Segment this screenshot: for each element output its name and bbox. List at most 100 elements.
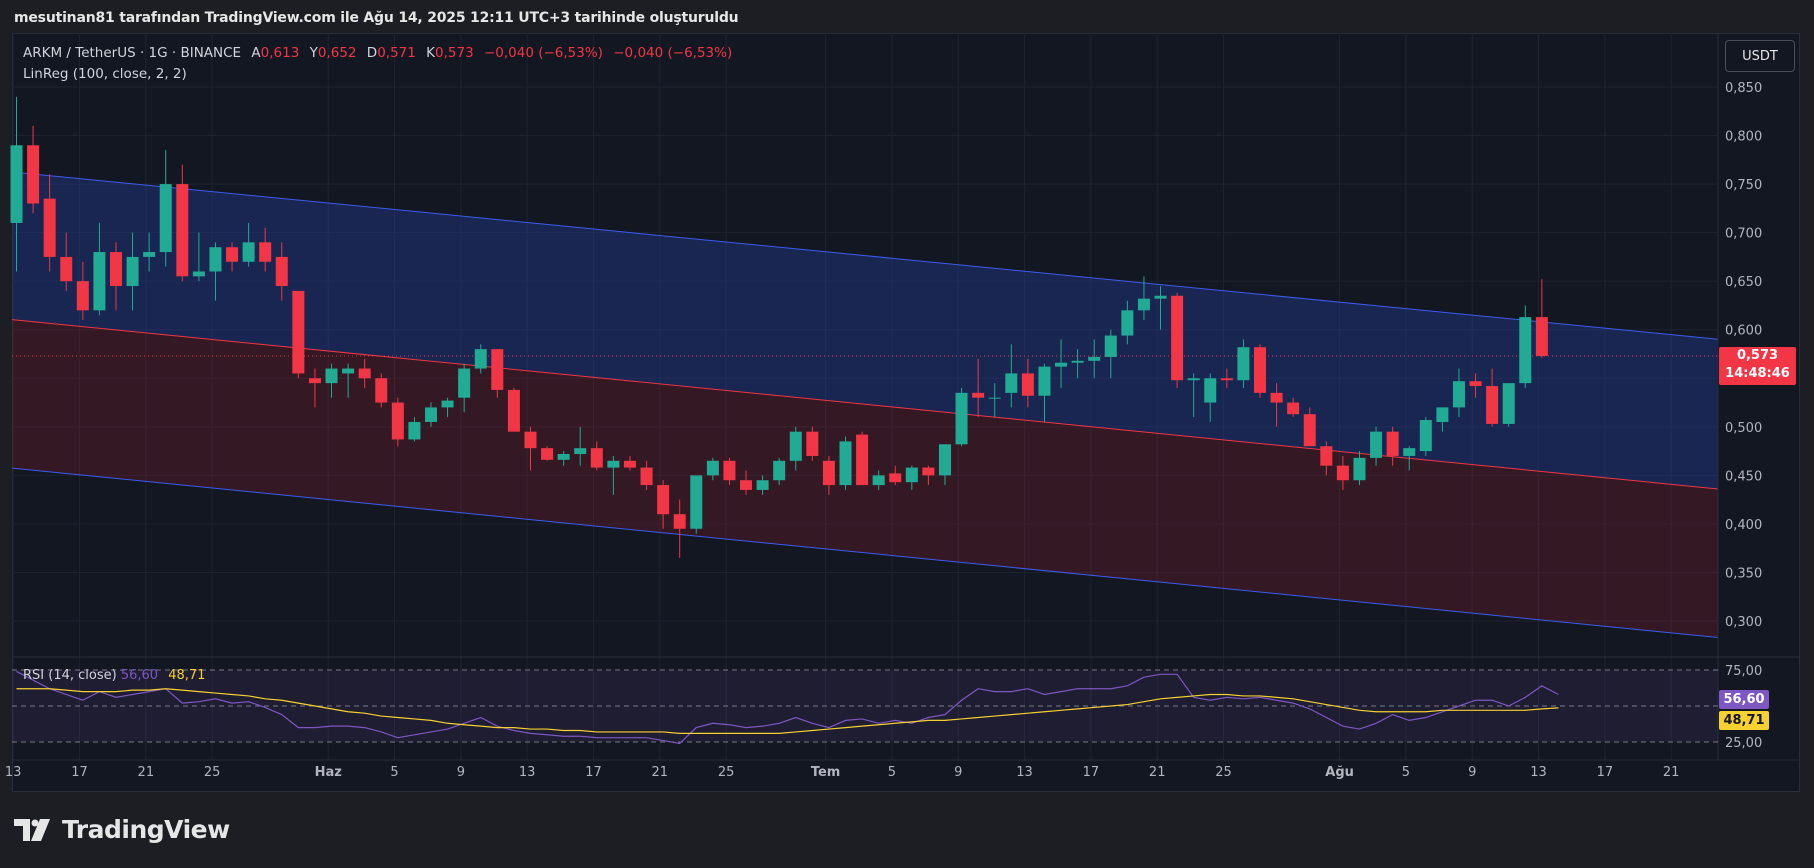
price-tick-label: 0,300 — [1725, 615, 1762, 630]
candle-body — [1469, 381, 1482, 387]
candle-body — [1535, 317, 1548, 356]
price-tick-label: 0,350 — [1725, 566, 1762, 581]
time-tick-label: 21 — [138, 765, 155, 780]
rsi-ma-tag: 48,71 — [1719, 711, 1769, 730]
time-tick-label: 17 — [1083, 765, 1100, 780]
open-value: 0,613 — [260, 45, 300, 61]
candle-body — [955, 392, 968, 445]
candle-body — [905, 467, 918, 483]
candle-body — [1287, 402, 1300, 415]
candle-body — [723, 460, 736, 481]
candle-body — [1419, 420, 1432, 452]
candle-body — [590, 448, 603, 468]
price-tick-label: 0,750 — [1725, 178, 1762, 193]
currency-button[interactable]: USDT — [1725, 40, 1795, 72]
candle-body — [657, 485, 670, 515]
candle-body — [1021, 373, 1034, 396]
close-value: 0,573 — [435, 45, 474, 61]
time-tick-label: 9 — [1468, 765, 1476, 780]
candle-body — [673, 514, 686, 529]
candle-body — [1502, 383, 1515, 424]
candle-body — [706, 460, 719, 476]
rsi-legend[interactable]: RSI (14, close) 56,60 48,71 — [23, 668, 205, 683]
candle-body — [1038, 366, 1051, 396]
candle-body — [192, 271, 205, 277]
candle-body — [872, 475, 885, 486]
candle-body — [1320, 446, 1333, 466]
price-tick-label: 0,600 — [1725, 324, 1762, 339]
candle-body — [93, 252, 106, 311]
candle-body — [839, 441, 852, 486]
symbol-name[interactable]: ARKM / TetherUS · 1G · BINANCE — [23, 45, 241, 61]
candle-body — [607, 460, 620, 468]
candle-body — [1254, 347, 1266, 393]
price-tick-label: 0,500 — [1725, 421, 1762, 436]
candle-body — [1336, 465, 1349, 481]
candle-body — [557, 454, 570, 460]
time-tick-label: 21 — [652, 765, 669, 780]
price-tick-label: 0,850 — [1725, 81, 1762, 96]
linreg-indicator-label[interactable]: LinReg (100, close, 2, 2) — [23, 66, 187, 82]
change-value-2: −0,040 (−6,53%) — [613, 45, 733, 61]
rsi-legend-value: 56,60 — [120, 668, 159, 683]
time-tick-label: 9 — [954, 765, 962, 780]
bar-countdown: 14:48:46 — [1725, 366, 1790, 381]
candle-body — [226, 247, 239, 262]
time-tick-label: 5 — [390, 765, 398, 780]
brand-name: TradingView — [62, 815, 230, 844]
candle-body — [1187, 378, 1200, 381]
candle-body — [209, 247, 222, 272]
candle-body — [27, 145, 40, 204]
tradingview-logo[interactable]: TradingView — [14, 815, 230, 844]
candle-body — [1088, 356, 1101, 361]
price-tick-label: 0,450 — [1725, 469, 1762, 484]
candle-body — [1370, 431, 1383, 458]
time-tick-label: Haz — [315, 765, 342, 780]
price-chart[interactable]: 0,8500,8000,7500,7000,6500,6000,5500,500… — [0, 0, 1814, 868]
candle-body — [623, 460, 636, 468]
rsi-value-tag: 56,60 — [1719, 690, 1769, 709]
candle-body — [159, 184, 172, 253]
time-tick-label: 13 — [5, 765, 22, 780]
rsi-tick-label: 75,00 — [1725, 664, 1762, 679]
candle-body — [408, 421, 421, 440]
candle-body — [1303, 414, 1316, 447]
candle-body — [1486, 386, 1499, 424]
price-tick-label: 0,800 — [1725, 130, 1762, 145]
candle-body — [1270, 392, 1283, 403]
candle-body — [1353, 457, 1366, 481]
candle-body — [1220, 378, 1233, 381]
time-tick-label: Tem — [811, 765, 841, 780]
candle-body — [391, 402, 404, 440]
candle-body — [773, 460, 786, 481]
price-tick-label: 0,650 — [1725, 275, 1762, 290]
low-value: 0,571 — [377, 45, 416, 61]
candle-body — [574, 448, 587, 455]
candle-body — [441, 400, 454, 408]
price-tick-label: 0,700 — [1725, 227, 1762, 242]
open-label: A — [251, 45, 261, 61]
candle-body — [789, 431, 802, 461]
time-tick-label: 17 — [585, 765, 602, 780]
time-tick-label: 21 — [1663, 765, 1680, 780]
candle-body — [275, 256, 288, 287]
candle-body — [972, 392, 985, 398]
candle-body — [1171, 295, 1184, 381]
candle-body — [375, 378, 388, 403]
tradingview-logo-icon — [14, 818, 50, 841]
candle-body — [1071, 360, 1084, 363]
candle-body — [425, 407, 437, 422]
candle-body — [126, 256, 139, 287]
candle-body — [1154, 295, 1167, 299]
time-tick-label: 5 — [1402, 765, 1410, 780]
candle-body — [259, 242, 272, 262]
time-tick-label: 21 — [1149, 765, 1166, 780]
candle-body — [889, 473, 902, 483]
time-tick-label: Ağu — [1325, 765, 1354, 780]
last-price-tag: 0,573 14:48:46 — [1719, 347, 1796, 385]
candle-body — [292, 290, 305, 374]
candle-body — [640, 467, 653, 486]
candle-body — [1237, 347, 1250, 381]
candle-body — [756, 480, 769, 490]
candle-body — [358, 368, 371, 379]
